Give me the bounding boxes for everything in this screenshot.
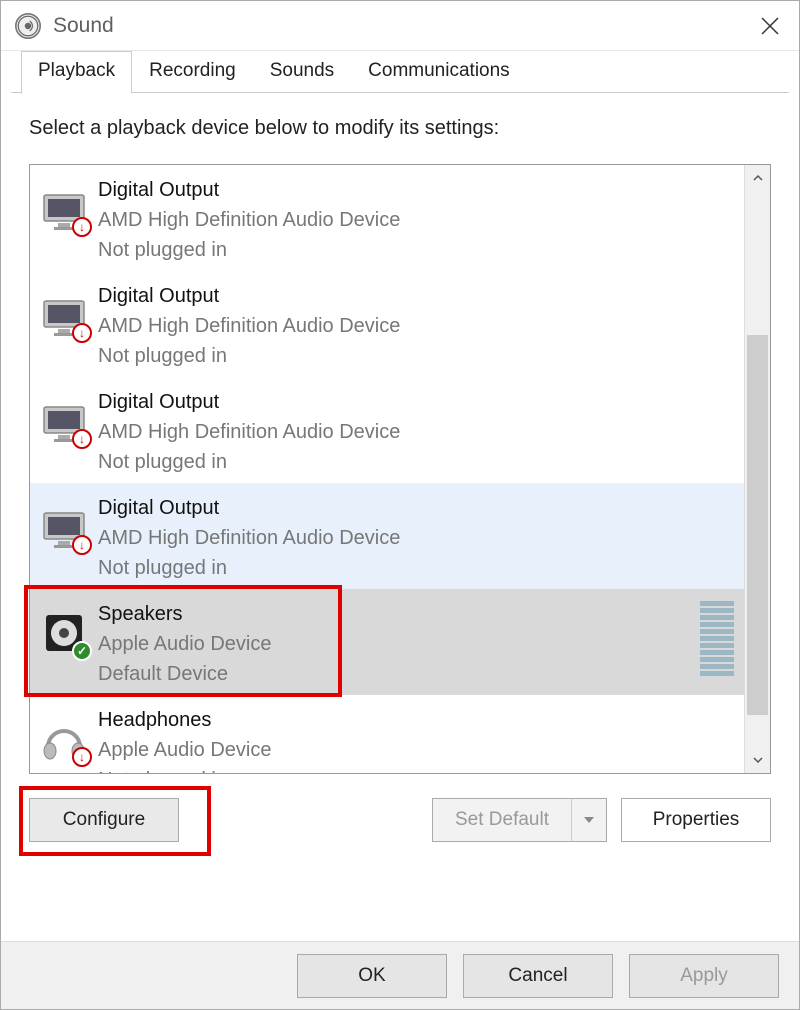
scroll-down-icon[interactable] bbox=[745, 747, 770, 773]
device-row[interactable]: Digital OutputAMD High Definition Audio … bbox=[30, 271, 744, 377]
device-row[interactable]: SpeakersApple Audio DeviceDefault Device bbox=[30, 589, 744, 695]
tab-bar: Playback Recording Sounds Communications bbox=[1, 51, 799, 93]
device-status: Default Device bbox=[98, 659, 271, 689]
device-name: Digital Output bbox=[98, 175, 400, 205]
unplugged-badge-icon bbox=[72, 535, 92, 555]
configure-button[interactable]: Configure bbox=[29, 798, 179, 842]
apply-button[interactable]: Apply bbox=[629, 954, 779, 998]
tab-playback[interactable]: Playback bbox=[21, 51, 132, 94]
device-description: AMD High Definition Audio Device bbox=[98, 205, 400, 235]
monitor-icon bbox=[40, 185, 90, 235]
unplugged-badge-icon bbox=[72, 429, 92, 449]
tab-recording[interactable]: Recording bbox=[132, 51, 253, 93]
instruction-text: Select a playback device below to modify… bbox=[29, 117, 771, 140]
ok-button[interactable]: OK bbox=[297, 954, 447, 998]
device-name: Digital Output bbox=[98, 387, 400, 417]
device-name: Headphones bbox=[98, 705, 271, 735]
device-name: Digital Output bbox=[98, 281, 400, 311]
unplugged-badge-icon bbox=[72, 323, 92, 343]
monitor-icon bbox=[40, 503, 90, 553]
monitor-icon bbox=[40, 291, 90, 341]
sound-dialog-window: Sound Playback Recording Sounds Communic… bbox=[0, 0, 800, 1010]
monitor-icon bbox=[40, 397, 90, 447]
headphones-icon bbox=[40, 715, 90, 765]
device-status: Not plugged in bbox=[98, 765, 271, 773]
device-name: Digital Output bbox=[98, 493, 400, 523]
set-default-split-button[interactable]: Set Default bbox=[432, 798, 607, 842]
device-row[interactable]: Digital OutputAMD High Definition Audio … bbox=[30, 377, 744, 483]
device-status: Not plugged in bbox=[98, 341, 400, 371]
device-status: Not plugged in bbox=[98, 235, 400, 265]
tab-content: Select a playback device below to modify… bbox=[1, 93, 799, 941]
device-status: Not plugged in bbox=[98, 447, 400, 477]
tab-sounds[interactable]: Sounds bbox=[253, 51, 351, 93]
scroll-up-icon[interactable] bbox=[745, 165, 770, 191]
device-description: Apple Audio Device bbox=[98, 735, 271, 765]
tab-communications[interactable]: Communications bbox=[351, 51, 527, 93]
device-description: AMD High Definition Audio Device bbox=[98, 417, 400, 447]
device-row[interactable]: Digital OutputAMD High Definition Audio … bbox=[30, 165, 744, 271]
unplugged-badge-icon bbox=[72, 747, 92, 767]
close-icon bbox=[761, 17, 779, 35]
sound-app-icon bbox=[15, 13, 41, 39]
scrollbar[interactable] bbox=[744, 165, 770, 773]
chevron-down-icon bbox=[582, 813, 596, 827]
window-title: Sound bbox=[53, 14, 114, 38]
device-name: Speakers bbox=[98, 599, 271, 629]
panel-button-row: Configure Set Default Properties bbox=[29, 798, 771, 842]
device-description: AMD High Definition Audio Device bbox=[98, 311, 400, 341]
set-default-button[interactable]: Set Default bbox=[432, 798, 571, 842]
volume-meter-icon bbox=[700, 601, 734, 676]
device-row[interactable]: HeadphonesApple Audio DeviceNot plugged … bbox=[30, 695, 744, 773]
properties-button[interactable]: Properties bbox=[621, 798, 771, 842]
close-button[interactable] bbox=[741, 1, 799, 51]
scroll-thumb[interactable] bbox=[747, 335, 768, 715]
device-description: Apple Audio Device bbox=[98, 629, 271, 659]
device-row[interactable]: Digital OutputAMD High Definition Audio … bbox=[30, 483, 744, 589]
titlebar: Sound bbox=[1, 1, 799, 51]
default-badge-icon bbox=[72, 641, 92, 661]
device-status: Not plugged in bbox=[98, 553, 400, 583]
dialog-button-bar: OK Cancel Apply bbox=[1, 941, 799, 1009]
set-default-dropdown[interactable] bbox=[571, 798, 607, 842]
speaker-icon bbox=[40, 609, 90, 659]
device-description: AMD High Definition Audio Device bbox=[98, 523, 400, 553]
device-list[interactable]: Digital OutputAMD High Definition Audio … bbox=[30, 165, 744, 773]
cancel-button[interactable]: Cancel bbox=[463, 954, 613, 998]
unplugged-badge-icon bbox=[72, 217, 92, 237]
device-list-panel: Digital OutputAMD High Definition Audio … bbox=[29, 164, 771, 774]
